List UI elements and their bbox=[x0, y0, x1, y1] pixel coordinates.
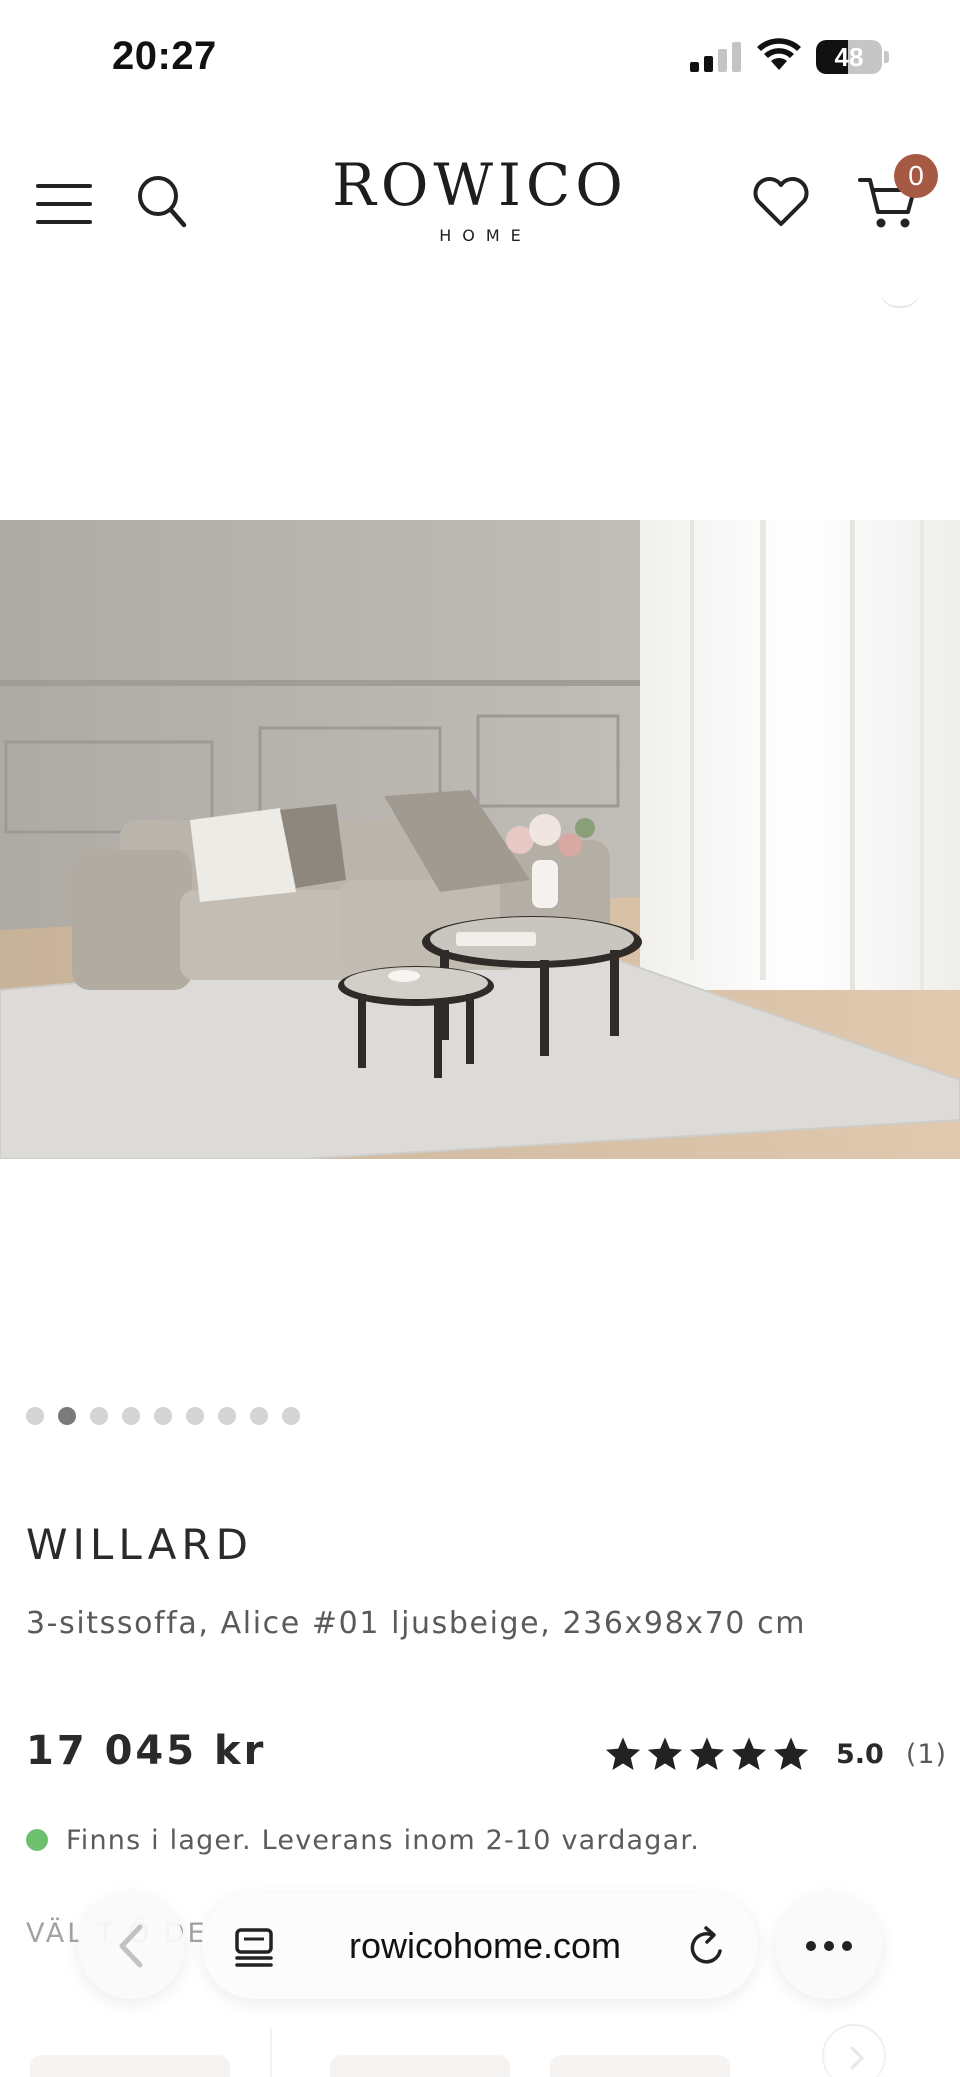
browser-back-button[interactable] bbox=[78, 1893, 184, 1999]
rating-stars bbox=[604, 1735, 810, 1773]
living-room-photo bbox=[0, 520, 960, 1159]
reload-icon[interactable] bbox=[686, 1923, 730, 1969]
browser-more-button[interactable] bbox=[776, 1893, 882, 1999]
gallery-dot[interactable] bbox=[250, 1407, 268, 1425]
variant-divider bbox=[270, 2028, 272, 2077]
battery-icon: 48 bbox=[816, 40, 889, 74]
search-icon[interactable] bbox=[136, 174, 188, 230]
star-icon bbox=[773, 1737, 809, 1770]
variant-thumb[interactable] bbox=[30, 2055, 230, 2077]
gallery-dot[interactable] bbox=[122, 1407, 140, 1425]
gallery-dot[interactable] bbox=[282, 1407, 300, 1425]
gallery-dot[interactable] bbox=[58, 1407, 76, 1425]
variant-next-button[interactable] bbox=[822, 2024, 886, 2077]
gallery-pagination bbox=[26, 1407, 300, 1427]
browser-address-bar[interactable]: rowicohome.com bbox=[202, 1893, 758, 1999]
chevron-right-icon bbox=[850, 2046, 865, 2070]
heart-icon[interactable] bbox=[752, 176, 810, 228]
product-rating[interactable]: 5.0 (1) bbox=[604, 1732, 947, 1776]
stock-text: Finns i lager. Leverans inom 2-10 vardag… bbox=[66, 1824, 700, 1856]
star-icon bbox=[689, 1737, 725, 1770]
status-time: 20:27 bbox=[112, 34, 217, 78]
rating-value: 5.0 bbox=[836, 1738, 884, 1770]
signal-icon bbox=[690, 42, 741, 72]
url-text[interactable]: rowicohome.com bbox=[330, 1893, 640, 1999]
product-price: 17 045 kr bbox=[26, 1728, 267, 1774]
gallery-dot[interactable] bbox=[90, 1407, 108, 1425]
battery-level: 48 bbox=[834, 42, 864, 72]
rating-count[interactable]: (1) bbox=[906, 1739, 947, 1770]
logo-sub-text: HOME bbox=[439, 226, 532, 245]
product-name: WILLARD bbox=[26, 1520, 253, 1569]
site-logo[interactable]: ROWICO HOME bbox=[330, 150, 630, 245]
variant-thumb[interactable] bbox=[550, 2055, 730, 2077]
status-bar: 20:27 48 bbox=[0, 0, 960, 110]
gallery-dot[interactable] bbox=[186, 1407, 204, 1425]
site-header: ROWICO HOME 0 bbox=[0, 130, 960, 280]
product-image[interactable] bbox=[0, 520, 960, 1159]
product-description: 3-sitssoffa, Alice #01 ljusbeige, 236x98… bbox=[26, 1606, 807, 1641]
cart-count-badge[interactable]: 0 bbox=[894, 154, 938, 198]
variant-thumb[interactable] bbox=[330, 2055, 510, 2077]
star-icon bbox=[647, 1737, 683, 1770]
scroll-hint bbox=[880, 290, 920, 308]
variant-thumbnails[interactable] bbox=[0, 2010, 960, 2077]
more-icon bbox=[806, 1941, 852, 1951]
star-icon bbox=[605, 1737, 641, 1770]
back-icon bbox=[119, 1924, 143, 1968]
logo-main-text: ROWICO bbox=[332, 151, 628, 219]
gallery-dot[interactable] bbox=[26, 1407, 44, 1425]
menu-icon[interactable] bbox=[36, 182, 92, 226]
gallery-dot[interactable] bbox=[218, 1407, 236, 1425]
tabs-icon[interactable] bbox=[234, 1927, 274, 1967]
gallery-dot[interactable] bbox=[154, 1407, 172, 1425]
star-icon bbox=[731, 1737, 767, 1770]
wifi-icon bbox=[757, 38, 801, 70]
in-stock-indicator bbox=[26, 1829, 48, 1851]
stock-status: Finns i lager. Leverans inom 2-10 vardag… bbox=[26, 1822, 700, 1858]
